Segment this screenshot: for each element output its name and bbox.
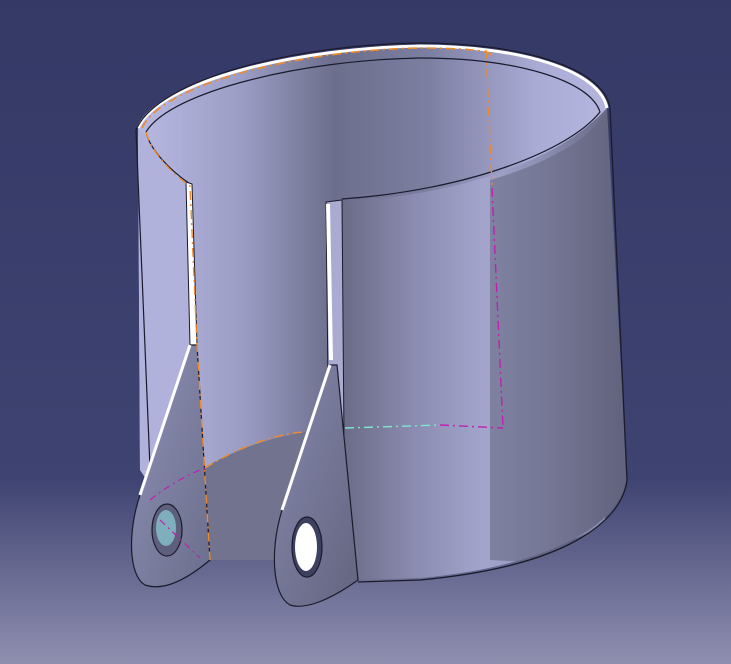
3d-model-view[interactable]	[0, 0, 731, 664]
left-tab-hole-inner	[156, 510, 176, 546]
3d-viewport[interactable]	[0, 0, 731, 664]
right-tab-hole-inner	[295, 523, 317, 571]
clamp-outer-shell-shadow	[490, 108, 627, 562]
